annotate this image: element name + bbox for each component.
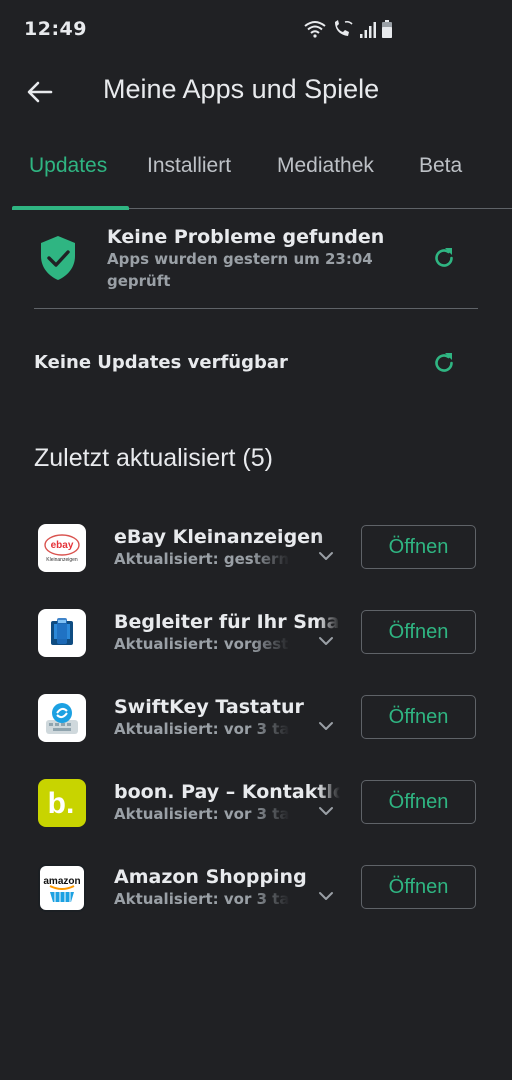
open-button[interactable]: Öffnen — [361, 695, 476, 739]
shield-check-icon — [41, 236, 75, 280]
app-row-amazon[interactable]: amazon Amazon Shopping Aktualisiert: vor… — [0, 864, 512, 944]
status-time: 12:49 — [24, 18, 87, 40]
chevron-down-icon[interactable] — [316, 805, 336, 817]
app-name: SwiftKey Tastatur — [114, 696, 304, 718]
app-row-boon[interactable]: b. boon. Pay – Kontaktlos Aktualisiert: … — [0, 779, 512, 859]
tab-beta[interactable]: Beta — [419, 154, 462, 178]
app-updated: Aktualisiert: vorgestern — [114, 635, 290, 653]
protect-subtitle: Apps wurden gestern um 23:04 geprüft — [107, 250, 373, 290]
tab-bar: Updates Installiert Mediathek Beta — [12, 140, 512, 210]
tab-mediathek[interactable]: Mediathek — [277, 154, 374, 178]
signal-icon — [360, 22, 376, 38]
chevron-down-icon[interactable] — [316, 635, 336, 647]
open-button[interactable]: Öffnen — [361, 780, 476, 824]
app-row-ebay-kleinanzeigen[interactable]: ebay Kleinanzeigen eBay Kleinanzeigen Ak… — [0, 524, 512, 604]
active-tab-indicator — [12, 206, 129, 210]
status-icons — [304, 20, 392, 38]
app-name: Begleiter für Ihr Smartphone — [114, 611, 340, 633]
ebay-logo-subtext: Kleinanzeigen — [46, 557, 78, 563]
tab-updates[interactable]: Updates — [29, 154, 107, 178]
ebay-logo-text: ebay — [51, 540, 74, 551]
battery-icon — [382, 20, 392, 38]
app-row-swiftkey[interactable]: SwiftKey Tastatur Aktualisiert: vor 3 ta… — [0, 694, 512, 774]
app-name: Amazon Shopping — [114, 866, 307, 888]
app-updated: Aktualisiert: vor 3 tagen — [114, 805, 290, 823]
app-updated: Aktualisiert: vor 3 tagen — [114, 890, 290, 908]
open-button[interactable]: Öffnen — [361, 525, 476, 569]
chevron-down-icon[interactable] — [316, 720, 336, 732]
wifi-call-icon — [335, 20, 353, 36]
open-button[interactable]: Öffnen — [361, 610, 476, 654]
page-title: Meine Apps und Spiele — [103, 74, 380, 104]
back-button[interactable] — [22, 74, 58, 110]
phone-companion-icon — [38, 609, 86, 657]
boon-logo-text: b. — [48, 787, 75, 820]
chevron-down-icon[interactable] — [316, 890, 336, 902]
app-name: eBay Kleinanzeigen — [114, 526, 324, 548]
app-name: boon. Pay – Kontaktlos — [114, 781, 340, 803]
swiftkey-icon — [38, 694, 86, 742]
ebay-kleinanzeigen-icon: ebay Kleinanzeigen — [38, 524, 86, 572]
check-updates-refresh-icon[interactable] — [432, 351, 456, 375]
wifi-icon — [304, 21, 326, 38]
app-row-begleiter[interactable]: Begleiter für Ihr Smartphone Aktualisier… — [0, 609, 512, 689]
amazon-icon: amazon — [38, 864, 86, 912]
tab-installiert[interactable]: Installiert — [147, 154, 231, 178]
refresh-icon[interactable] — [432, 246, 456, 270]
status-bar: 12:49 — [0, 0, 512, 60]
chevron-down-icon[interactable] — [316, 550, 336, 562]
app-updated: Aktualisiert: vor 3 tagen — [114, 720, 290, 738]
app-bar: Meine Apps und Spiele — [0, 60, 512, 124]
protect-title: Keine Probleme gefunden — [107, 226, 385, 248]
arrow-back-icon — [27, 81, 53, 103]
divider — [34, 308, 478, 309]
amazon-logo-text: amazon — [43, 876, 80, 887]
boon-icon: b. — [38, 779, 86, 827]
play-protect-status: Keine Probleme gefunden Apps wurden gest… — [0, 222, 512, 308]
app-updated: Aktualisiert: gestern — [114, 550, 290, 568]
updates-status: Keine Updates verfügbar — [34, 352, 288, 373]
recent-section-title: Zuletzt aktualisiert (5) — [34, 444, 273, 472]
open-button[interactable]: Öffnen — [361, 865, 476, 909]
